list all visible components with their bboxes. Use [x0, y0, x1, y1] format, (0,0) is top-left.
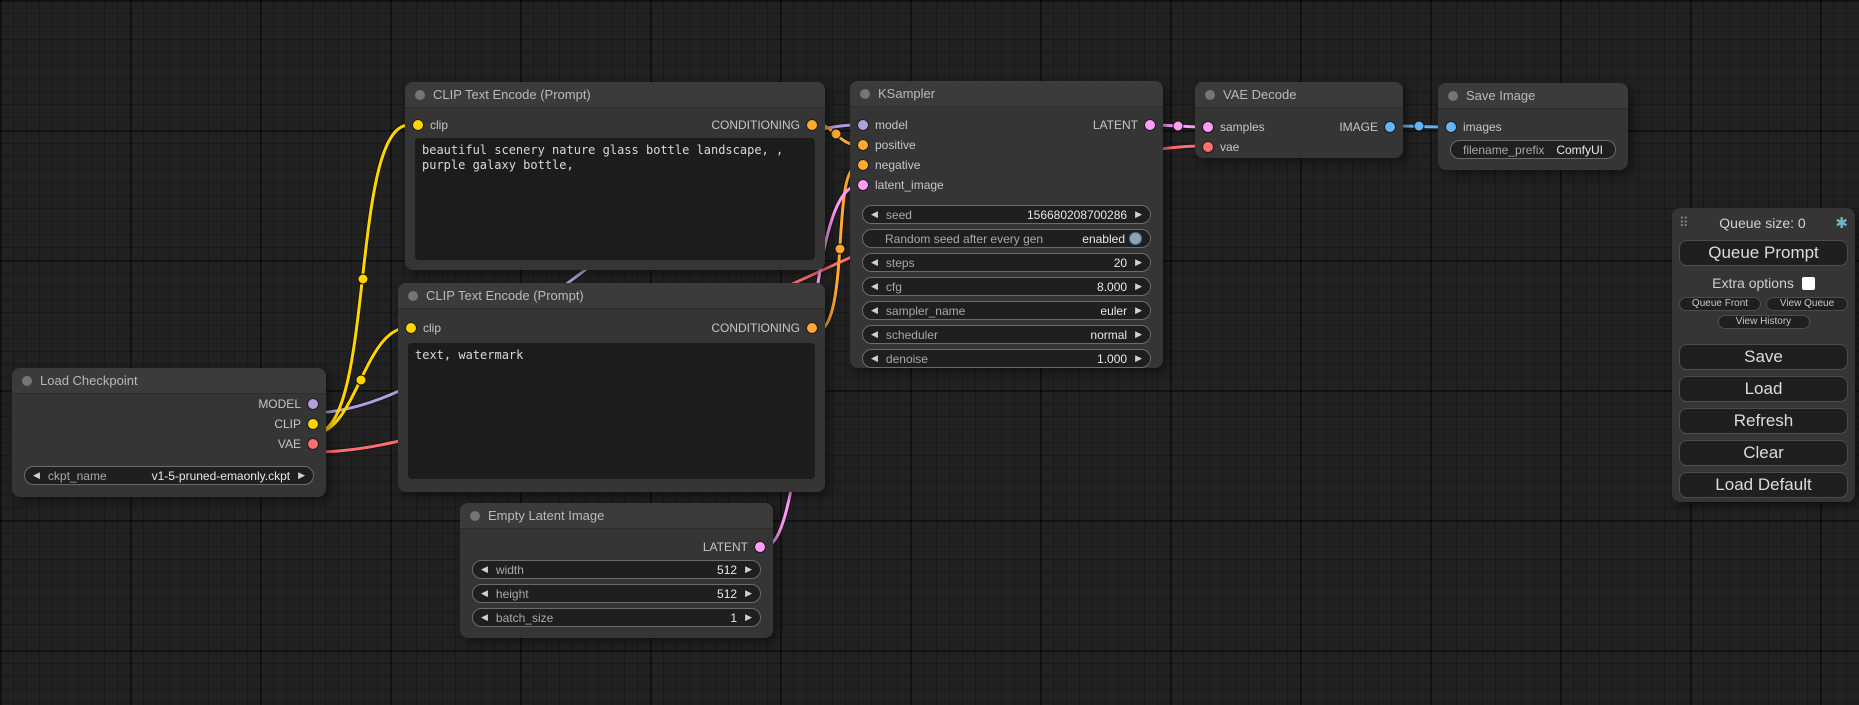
next-value-arrow-icon[interactable]: ▶: [1135, 258, 1142, 267]
output-port-conditioning[interactable]: [807, 323, 817, 333]
collapse-dot-icon[interactable]: [860, 89, 870, 99]
widget-batch-size[interactable]: ◀ batch_size 1 ▶: [472, 608, 761, 627]
prompt-textarea[interactable]: text, watermark: [408, 343, 815, 479]
output-label-vae: VAE: [278, 437, 301, 451]
output-port-conditioning[interactable]: [807, 120, 817, 130]
node-title: Load Checkpoint: [40, 373, 138, 388]
input-port-positive[interactable]: [858, 140, 868, 150]
extra-options-checkbox[interactable]: [1802, 277, 1815, 290]
node-title: Empty Latent Image: [488, 508, 604, 523]
node-vae-decode[interactable]: VAE Decode samples IMAGE vae: [1195, 82, 1403, 158]
widget-steps[interactable]: ◀ steps 20 ▶: [862, 253, 1151, 272]
node-empty-latent-image[interactable]: Empty Latent Image LATENT ◀ width 512 ▶ …: [460, 503, 773, 638]
output-label-clip: CLIP: [274, 417, 301, 431]
prev-value-arrow-icon[interactable]: ◀: [481, 589, 488, 598]
prev-value-arrow-icon[interactable]: ◀: [871, 258, 878, 267]
output-label-model: MODEL: [258, 397, 301, 411]
collapse-dot-icon[interactable]: [415, 90, 425, 100]
prev-value-arrow-icon[interactable]: ◀: [871, 210, 878, 219]
view-queue-button[interactable]: View Queue: [1766, 297, 1848, 311]
node-title: CLIP Text Encode (Prompt): [433, 87, 591, 102]
collapse-dot-icon[interactable]: [1205, 90, 1215, 100]
load-default-button[interactable]: Load Default: [1679, 472, 1848, 498]
node-title: CLIP Text Encode (Prompt): [426, 288, 584, 303]
widget-scheduler[interactable]: ◀ scheduler normal ▶: [862, 325, 1151, 344]
node-title: VAE Decode: [1223, 87, 1296, 102]
node-title: Save Image: [1466, 88, 1535, 103]
queue-panel: ⠿ Queue size: 0 ✱ Queue Prompt Extra opt…: [1672, 208, 1855, 502]
toggle-knob-icon[interactable]: [1129, 232, 1142, 245]
widget-random-seed-toggle[interactable]: Random seed after every gen enabled: [862, 229, 1151, 248]
widget-seed[interactable]: ◀ seed 156680208700286 ▶: [862, 205, 1151, 224]
widget-denoise[interactable]: ◀ denoise 1.000 ▶: [862, 349, 1151, 368]
save-button[interactable]: Save: [1679, 344, 1848, 370]
node-clip-text-encode-negative[interactable]: CLIP Text Encode (Prompt) clip CONDITION…: [398, 283, 825, 492]
prev-value-arrow-icon[interactable]: ◀: [481, 565, 488, 574]
widget-ckpt-name[interactable]: ◀ ckpt_name v1-5-pruned-emaonly.ckpt ▶: [24, 466, 314, 485]
widget-filename-prefix[interactable]: filename_prefix ComfyUI: [1450, 140, 1616, 159]
prev-value-arrow-icon[interactable]: ◀: [871, 354, 878, 363]
clear-button[interactable]: Clear: [1679, 440, 1848, 466]
output-port-model[interactable]: [308, 399, 318, 409]
output-port-latent[interactable]: [1145, 120, 1155, 130]
input-port-model[interactable]: [858, 120, 868, 130]
input-port-clip[interactable]: [413, 120, 423, 130]
next-value-arrow-icon[interactable]: ▶: [745, 589, 752, 598]
widget-height[interactable]: ◀ height 512 ▶: [472, 584, 761, 603]
next-value-arrow-icon[interactable]: ▶: [1135, 210, 1142, 219]
next-value-arrow-icon[interactable]: ▶: [1135, 354, 1142, 363]
next-value-arrow-icon[interactable]: ▶: [298, 471, 305, 480]
wire-clip-to-negative: [315, 328, 407, 433]
wire-clip-to-positive: [315, 125, 409, 433]
drag-handle-icon[interactable]: ⠿: [1679, 215, 1695, 231]
prev-value-arrow-icon[interactable]: ◀: [481, 613, 488, 622]
next-value-arrow-icon[interactable]: ▶: [1135, 282, 1142, 291]
node-clip-text-encode-positive[interactable]: CLIP Text Encode (Prompt) clip CONDITION…: [405, 82, 825, 270]
node-ksampler[interactable]: KSampler model LATENT positive negative …: [850, 81, 1163, 368]
settings-gear-icon[interactable]: ✱: [1830, 214, 1848, 232]
input-port-negative[interactable]: [858, 160, 868, 170]
output-port-vae[interactable]: [308, 439, 318, 449]
queue-prompt-button[interactable]: Queue Prompt: [1679, 240, 1848, 266]
prev-value-arrow-icon[interactable]: ◀: [871, 330, 878, 339]
extra-options-label: Extra options: [1712, 275, 1794, 291]
widget-cfg[interactable]: ◀ cfg 8.000 ▶: [862, 277, 1151, 296]
prev-value-arrow-icon[interactable]: ◀: [871, 306, 878, 315]
collapse-dot-icon[interactable]: [470, 511, 480, 521]
output-port-latent[interactable]: [755, 542, 765, 552]
input-port-images[interactable]: [1446, 122, 1456, 132]
collapse-dot-icon[interactable]: [1448, 91, 1458, 101]
node-load-checkpoint[interactable]: Load Checkpoint MODEL CLIP VAE ◀ ckpt_na…: [12, 368, 326, 497]
refresh-button[interactable]: Refresh: [1679, 408, 1848, 434]
output-port-image[interactable]: [1385, 122, 1395, 132]
widget-width[interactable]: ◀ width 512 ▶: [472, 560, 761, 579]
next-value-arrow-icon[interactable]: ▶: [1135, 330, 1142, 339]
collapse-dot-icon[interactable]: [22, 376, 32, 386]
node-title: KSampler: [878, 86, 935, 101]
node-graph-canvas[interactable]: Load Checkpoint MODEL CLIP VAE ◀ ckpt_na…: [0, 0, 1859, 705]
input-port-latent-image[interactable]: [858, 180, 868, 190]
next-value-arrow-icon[interactable]: ▶: [745, 565, 752, 574]
output-port-clip[interactable]: [308, 419, 318, 429]
input-port-clip[interactable]: [406, 323, 416, 333]
next-value-arrow-icon[interactable]: ▶: [1135, 306, 1142, 315]
view-history-button[interactable]: View History: [1718, 315, 1810, 329]
input-port-samples[interactable]: [1203, 122, 1213, 132]
input-port-vae[interactable]: [1203, 142, 1213, 152]
next-value-arrow-icon[interactable]: ▶: [745, 613, 752, 622]
prompt-textarea[interactable]: beautiful scenery nature glass bottle la…: [415, 138, 815, 260]
prev-value-arrow-icon[interactable]: ◀: [33, 471, 40, 480]
queue-front-button[interactable]: Queue Front: [1679, 297, 1761, 311]
queue-size-label: Queue size: 0: [1695, 215, 1830, 231]
load-button[interactable]: Load: [1679, 376, 1848, 402]
widget-sampler-name[interactable]: ◀ sampler_name euler ▶: [862, 301, 1151, 320]
node-save-image[interactable]: Save Image images filename_prefix ComfyU…: [1438, 83, 1628, 170]
prev-value-arrow-icon[interactable]: ◀: [871, 282, 878, 291]
collapse-dot-icon[interactable]: [408, 291, 418, 301]
